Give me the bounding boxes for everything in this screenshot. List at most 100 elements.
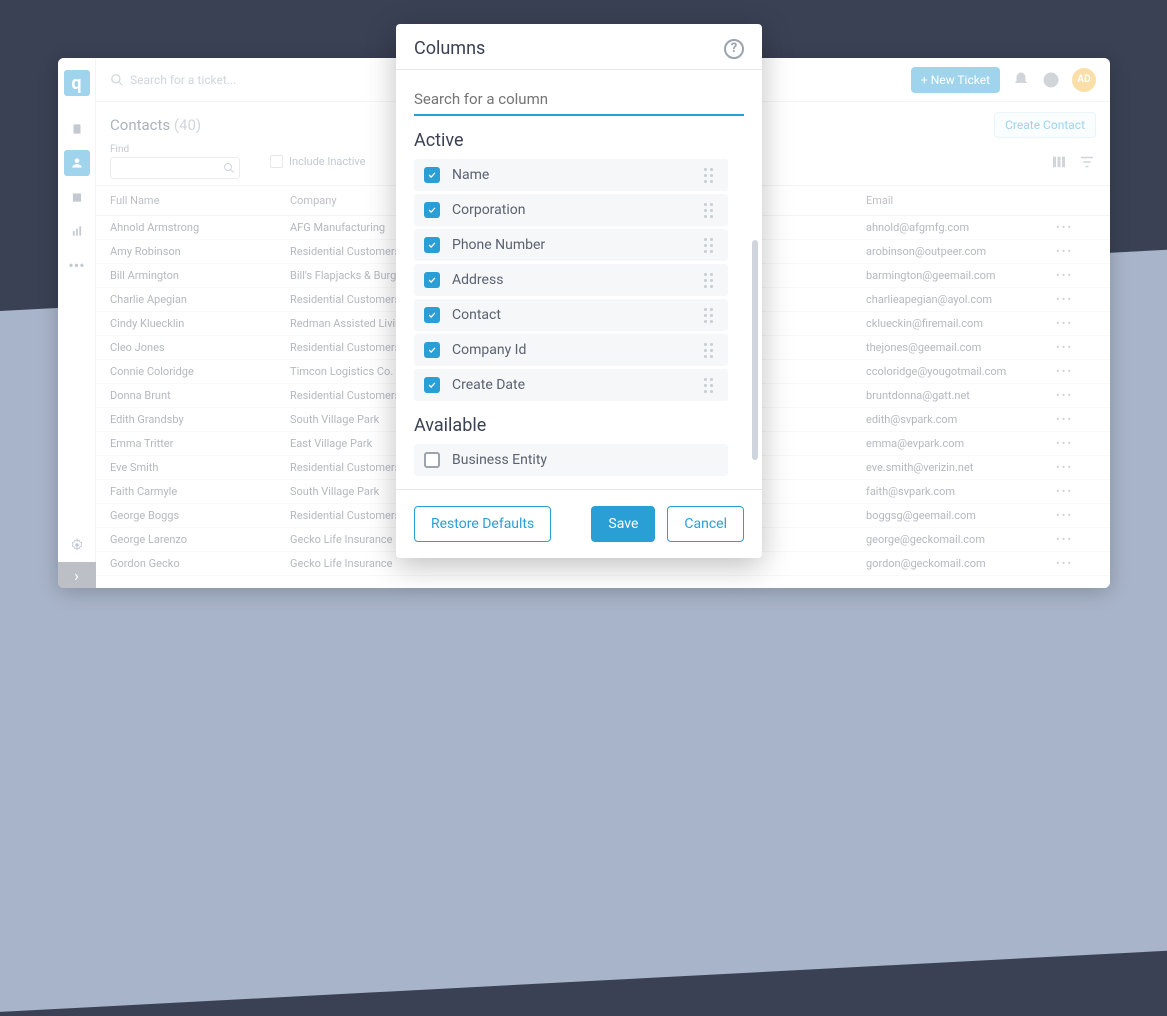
row-actions-icon[interactable]: ••• bbox=[1056, 485, 1073, 498]
drag-handle-icon[interactable] bbox=[704, 308, 718, 323]
cell-name: Cleo Jones bbox=[110, 341, 290, 354]
checkbox-checked-icon[interactable] bbox=[424, 167, 440, 183]
modal-title: Columns bbox=[414, 38, 485, 59]
cancel-button[interactable]: Cancel bbox=[667, 506, 744, 542]
filter-icon[interactable] bbox=[1078, 153, 1096, 171]
modal-help-icon[interactable]: ? bbox=[724, 39, 744, 59]
column-label: Business Entity bbox=[452, 452, 718, 468]
row-actions-icon[interactable]: ••• bbox=[1056, 461, 1073, 474]
drag-handle-icon[interactable] bbox=[704, 343, 718, 358]
column-label: Name bbox=[452, 167, 692, 183]
column-item[interactable]: Company Id bbox=[414, 334, 728, 366]
create-contact-button[interactable]: Create Contact bbox=[994, 112, 1096, 138]
drag-handle-icon[interactable] bbox=[704, 378, 718, 393]
column-item[interactable]: Phone Number bbox=[414, 229, 728, 261]
col-header-email[interactable]: Email bbox=[866, 194, 1056, 207]
column-item[interactable]: Corporation bbox=[414, 194, 728, 226]
nav-contacts[interactable] bbox=[64, 150, 90, 176]
cell-email: edith@svpark.com bbox=[866, 413, 1056, 426]
row-actions-icon[interactable]: ••• bbox=[1056, 317, 1073, 330]
cell-name: Charlie Apegian bbox=[110, 293, 290, 306]
cell-email: barmington@geemail.com bbox=[866, 269, 1056, 282]
include-inactive-checkbox[interactable]: Include Inactive bbox=[270, 155, 366, 168]
cell-name: George Boggs bbox=[110, 509, 290, 522]
drag-handle-icon[interactable] bbox=[704, 203, 718, 218]
row-actions-icon[interactable]: ••• bbox=[1056, 269, 1073, 282]
column-item[interactable]: Address bbox=[414, 264, 728, 296]
cell-name: Gordon Gecko bbox=[110, 557, 290, 570]
cell-name: Ahnold Armstrong bbox=[110, 221, 290, 234]
row-actions-icon[interactable]: ••• bbox=[1056, 365, 1073, 378]
scrollbar[interactable] bbox=[752, 240, 758, 460]
app-logo[interactable]: q bbox=[64, 70, 90, 96]
cell-email: ccoloridge@yougotmail.com bbox=[866, 365, 1056, 378]
nav-collapse[interactable]: › bbox=[58, 562, 96, 588]
find-input[interactable] bbox=[110, 157, 240, 179]
column-search-input[interactable] bbox=[414, 86, 744, 116]
checkbox-checked-icon[interactable] bbox=[424, 237, 440, 253]
nav-companies[interactable] bbox=[64, 184, 90, 210]
nav-reports[interactable] bbox=[64, 218, 90, 244]
col-header-name[interactable]: Full Name bbox=[110, 194, 290, 207]
row-actions-icon[interactable]: ••• bbox=[1056, 341, 1073, 354]
row-actions-icon[interactable]: ••• bbox=[1056, 533, 1073, 546]
row-actions-icon[interactable]: ••• bbox=[1056, 437, 1073, 450]
column-item[interactable]: Name bbox=[414, 159, 728, 191]
row-actions-icon[interactable]: ••• bbox=[1056, 557, 1073, 570]
row-actions-icon[interactable]: ••• bbox=[1056, 245, 1073, 258]
checkbox-checked-icon[interactable] bbox=[424, 307, 440, 323]
row-actions-icon[interactable]: ••• bbox=[1056, 413, 1073, 426]
cell-name: Eve Smith bbox=[110, 461, 290, 474]
column-label: Create Date bbox=[452, 377, 692, 393]
active-section-label: Active bbox=[414, 130, 744, 151]
sidebar: q ••• › bbox=[58, 58, 96, 588]
cell-name: Faith Carmyle bbox=[110, 485, 290, 498]
column-label: Company Id bbox=[452, 342, 692, 358]
row-actions-icon[interactable]: ••• bbox=[1056, 509, 1073, 522]
cell-company: Gecko Life Insurance bbox=[290, 557, 590, 570]
checkbox-checked-icon[interactable] bbox=[424, 202, 440, 218]
avatar[interactable]: AD bbox=[1072, 68, 1096, 92]
checkbox-unchecked-icon[interactable] bbox=[424, 452, 440, 468]
new-ticket-button[interactable]: +New Ticket bbox=[911, 67, 1000, 93]
search-placeholder: Search for a ticket... bbox=[130, 73, 236, 87]
column-label: Corporation bbox=[452, 202, 692, 218]
row-actions-icon[interactable]: ••• bbox=[1056, 221, 1073, 234]
drag-handle-icon[interactable] bbox=[704, 168, 718, 183]
row-actions-icon[interactable]: ••• bbox=[1056, 389, 1073, 402]
column-item[interactable]: Create Date bbox=[414, 369, 728, 401]
cell-name: Bill Armington bbox=[110, 269, 290, 282]
save-button[interactable]: Save bbox=[591, 506, 655, 542]
cell-email: thejones@geemail.com bbox=[866, 341, 1056, 354]
drag-handle-icon[interactable] bbox=[704, 238, 718, 253]
cell-email: emma@evpark.com bbox=[866, 437, 1056, 450]
cell-email: ahnold@afgmfg.com bbox=[866, 221, 1056, 234]
nav-settings[interactable] bbox=[64, 532, 90, 558]
cell-email: boggsg@geemail.com bbox=[866, 509, 1056, 522]
cell-email: cklueckin@firemail.com bbox=[866, 317, 1056, 330]
cell-email: george@geckomail.com bbox=[866, 533, 1056, 546]
cell-email: gordon@geckomail.com bbox=[866, 557, 1056, 570]
restore-defaults-button[interactable]: Restore Defaults bbox=[414, 506, 551, 542]
cell-name: Amy Robinson bbox=[110, 245, 290, 258]
checkbox-checked-icon[interactable] bbox=[424, 377, 440, 393]
column-label: Contact bbox=[452, 307, 692, 323]
drag-handle-icon[interactable] bbox=[704, 273, 718, 288]
bell-icon[interactable] bbox=[1012, 71, 1030, 89]
nav-more[interactable]: ••• bbox=[64, 252, 90, 278]
help-icon[interactable] bbox=[1042, 71, 1060, 89]
checkbox-checked-icon[interactable] bbox=[424, 342, 440, 358]
nav-clipboard[interactable] bbox=[64, 116, 90, 142]
page-title: Contacts (40) bbox=[110, 116, 201, 134]
find-label: Find bbox=[110, 144, 240, 155]
cell-email: faith@svpark.com bbox=[866, 485, 1056, 498]
row-actions-icon[interactable]: ••• bbox=[1056, 293, 1073, 306]
column-item[interactable]: Contact bbox=[414, 299, 728, 331]
columns-icon[interactable] bbox=[1050, 153, 1068, 171]
available-section-label: Available bbox=[414, 415, 744, 436]
column-label: Address bbox=[452, 272, 692, 288]
column-item[interactable]: Business Entity bbox=[414, 444, 728, 476]
checkbox-checked-icon[interactable] bbox=[424, 272, 440, 288]
columns-modal: Columns ? Active Name Corporation Phone Nu… bbox=[396, 24, 762, 558]
cell-name: Emma Tritter bbox=[110, 437, 290, 450]
